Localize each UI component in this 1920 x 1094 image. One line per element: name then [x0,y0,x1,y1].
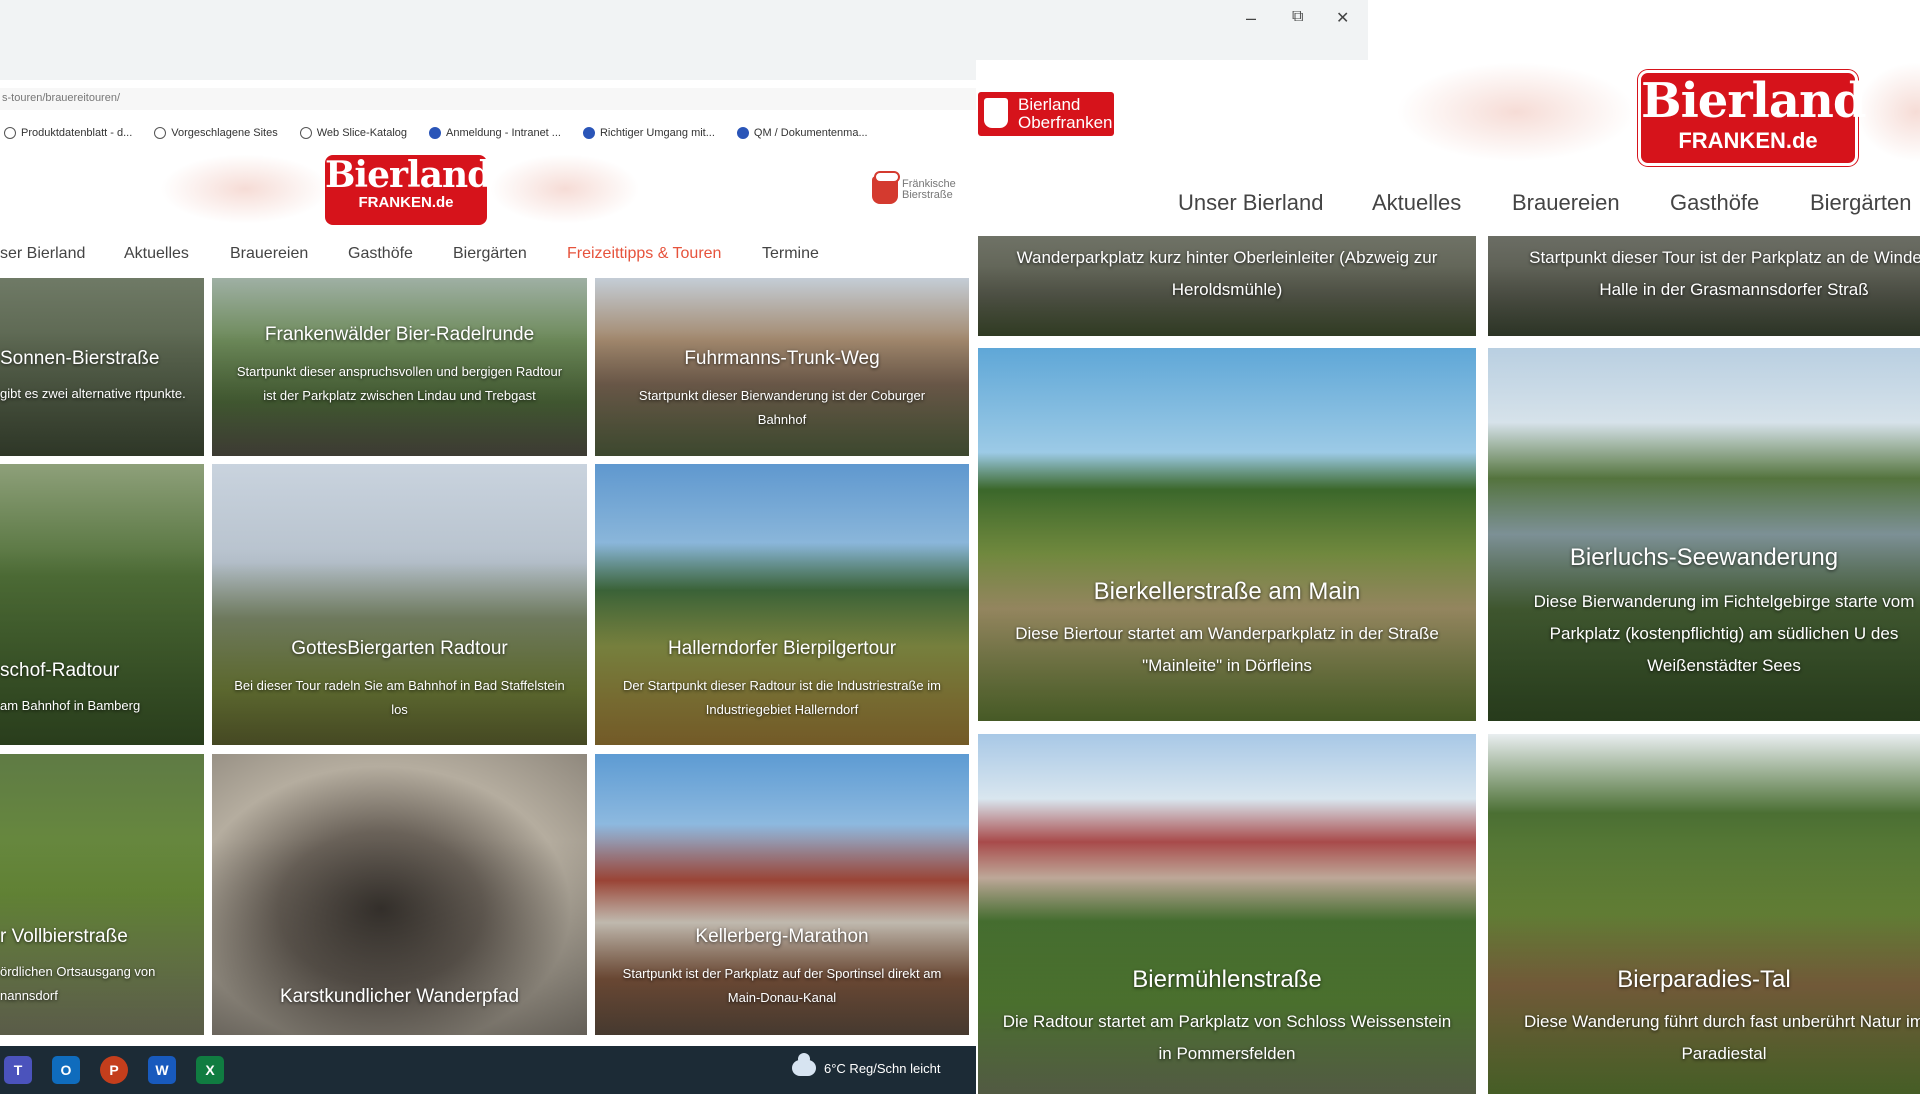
tile-description: Startpunkt dieser Tour ist der Parkplatz… [1529,248,1920,299]
nav-item-biergaerten[interactable]: Biergärten [1810,190,1912,216]
right-browser-window: – ⧉ ✕ Bierland Oberfranken Bierland FRANK… [976,0,1920,1094]
tile-description: Startpunkt ist der Parkplatz auf der Spo… [622,966,942,1005]
nav-item-aktuelles[interactable]: Aktuelles [1372,190,1461,216]
tour-tile[interactable]: Karstkundlicher Wanderpfad [212,754,587,1035]
tile-description: am Bahnhof in Bamberg [0,698,141,713]
tour-tile[interactable]: Bierluchs-Seewanderung Diese Bierwanderu… [1488,348,1920,721]
hop-decoration [1396,62,1636,162]
minimize-icon[interactable]: – [1246,8,1256,29]
address-bar[interactable]: s-touren/brauereitouren/ [0,88,976,110]
beer-mug-icon [984,98,1008,128]
cloud-rain-icon [792,1053,816,1076]
tile-title: Kellerberg-Marathon [695,926,869,947]
nav-item-brauereien[interactable]: Brauereien [230,245,308,263]
bierland-logo[interactable]: Bierland FRANKEN.de [1638,70,1866,166]
tour-tile[interactable]: Kellerberg-Marathon Startpunkt ist der P… [595,754,969,1035]
bookmark-item[interactable]: Vorgeschlagene Sites [154,127,278,139]
teams-icon[interactable]: T [4,1056,32,1084]
hop-decoration [490,154,640,224]
tile-description: Die Radtour startet am Parkplatz von Sch… [1002,1012,1452,1063]
site-header: Bierland Oberfranken Bierland FRANKEN.de [976,62,1920,172]
bookmark-item[interactable]: Produktdatenblatt - d... [4,127,132,139]
tile-title: Bierluchs-Seewanderung [1569,544,1839,571]
bookmarks-bar: Produktdatenblatt - d... Vorgeschlagene … [0,120,976,146]
bookmark-item[interactable]: Web Slice-Katalog [299,127,407,139]
tour-tile[interactable]: Bierparadies-Tal Diese Wanderung führt d… [1488,734,1920,1094]
nav-item-aktuelles[interactable]: Aktuelles [124,245,189,263]
browser-icon [429,127,442,139]
weather-text: 6°C Reg/Schn leicht [824,1060,941,1076]
restore-icon[interactable]: ⧉ [1292,8,1303,26]
main-nav: Unser Bierland Aktuelles Brauereien Gast… [976,172,1920,234]
tile-description: Bei dieser Tour radeln Sie am Bahnhof in… [234,678,565,717]
tile-description: ördlichen Ortsausgang von nannsdorf [0,964,156,1003]
tile-description: gibt es zwei alternative rtpunkte. [0,386,186,401]
bierland-logo[interactable]: Bierland FRANKEN.de [325,155,492,225]
tour-tile[interactable]: Biermühlenstraße Die Radtour startet am … [978,734,1476,1094]
hop-decoration [160,154,330,224]
tour-tile[interactable]: schof-Radtour am Bahnhof in Bamberg [0,464,204,745]
nav-item-unser-bierland[interactable]: Unser Bierland [1178,190,1324,216]
tile-title: r Vollbierstraße [0,926,128,947]
tile-title: schof-Radtour [0,660,120,681]
tour-tile[interactable]: Hallerndorfer Bierpilgertour Der Startpu… [595,464,969,745]
tour-tile[interactable]: r Vollbierstraße ördlichen Ortsausgang v… [0,754,204,1035]
tile-title: Frankenwälder Bier-Radelrunde [264,324,535,345]
tour-tile[interactable]: Frankenwälder Bier-Radelrunde Startpunkt… [212,278,587,456]
tour-tile[interactable]: Bierkellerstraße am Main Diese Biertour … [978,348,1476,721]
nav-item-gasthoefe[interactable]: Gasthöfe [1670,190,1759,216]
nav-item-termine[interactable]: Termine [762,245,819,263]
fraenkische-bierstrasse-badge[interactable]: Fränkische Bierstraße [872,170,976,210]
weather-widget[interactable]: 6°C Reg/Schn leicht [792,1053,941,1076]
tour-tile[interactable]: Wanderparkplatz kurz hinter Oberleinleit… [978,236,1476,336]
tour-tile[interactable]: Fuhrmanns-Trunk-Weg Startpunkt dieser Bi… [595,278,969,456]
nav-item-freizeittipps[interactable]: Freizeittipps & Touren [567,245,721,263]
main-nav: ser Bierland Aktuelles Brauereien Gasthö… [0,236,976,272]
windows-taskbar: T O P W X 6°C Reg/Schn leicht [0,1046,976,1094]
tile-title: GottesBiergarten Radtour [291,638,508,659]
powerpoint-icon[interactable]: P [100,1056,128,1084]
globe-icon [154,127,167,139]
left-browser-window: s-touren/brauereitouren/ Produktdatenbla… [0,0,976,1094]
tile-description: Diese Bierwanderung im Fichtelgebirge st… [1533,592,1915,675]
browser-icon [736,127,749,139]
beer-mug-icon [872,171,900,204]
bookmark-item[interactable]: Anmeldung - Intranet ... [429,127,561,139]
tile-title: Karstkundlicher Wanderpfad [279,986,520,1007]
tour-tile[interactable]: Sonnen-Bierstraße gibt es zwei alternati… [0,278,204,456]
tile-title: Biermühlenstraße [1132,966,1322,993]
word-icon[interactable]: W [148,1056,176,1084]
tile-title: Bierparadies-Tal [1617,966,1791,993]
tile-title: Sonnen-Bierstraße [0,348,160,369]
bierland-oberfranken-logo[interactable]: Bierland Oberfranken [978,92,1114,136]
nav-item-gasthoefe[interactable]: Gasthöfe [348,245,413,263]
globe-icon [4,127,16,139]
window-titlebar [976,0,1368,60]
tile-description: Startpunkt dieser anspruchsvollen und be… [236,364,563,403]
tour-tile[interactable]: GottesBiergarten Radtour Bei dieser Tour… [212,464,587,745]
tile-description: Der Startpunkt dieser Radtour ist die In… [623,678,941,717]
tile-description: Diese Wanderung führt durch fast unberüh… [1523,1012,1920,1063]
bookmark-item[interactable]: QM / Dokumentenma... [736,127,868,139]
nav-item-biergaerten[interactable]: Biergärten [453,245,527,263]
close-icon[interactable]: ✕ [1336,8,1349,28]
tile-description: Wanderparkplatz kurz hinter Oberleinleit… [1016,248,1438,299]
browser-tab-strip [0,0,976,80]
tour-tile[interactable]: Startpunkt dieser Tour ist der Parkplatz… [1488,236,1920,336]
browser-icon [582,127,595,139]
tile-title: Bierkellerstraße am Main [1093,578,1361,605]
tile-description: Diese Biertour startet am Wanderparkplat… [1015,624,1439,675]
nav-item-brauereien[interactable]: Brauereien [1512,190,1620,216]
tile-title: Hallerndorfer Bierpilgertour [667,638,897,659]
nav-item-unser-bierland[interactable]: ser Bierland [0,245,85,263]
globe-icon [299,127,312,139]
excel-icon[interactable]: X [196,1056,224,1084]
site-header: Bierland FRANKEN.de Fränkische Bierstraße [0,148,976,230]
tile-description: Startpunkt dieser Bierwanderung ist der … [638,388,926,427]
outlook-icon[interactable]: O [52,1056,80,1084]
hop-decoration [1856,62,1920,162]
tile-title: Fuhrmanns-Trunk-Weg [684,348,880,369]
bookmark-item[interactable]: Richtiger Umgang mit... [582,127,715,139]
